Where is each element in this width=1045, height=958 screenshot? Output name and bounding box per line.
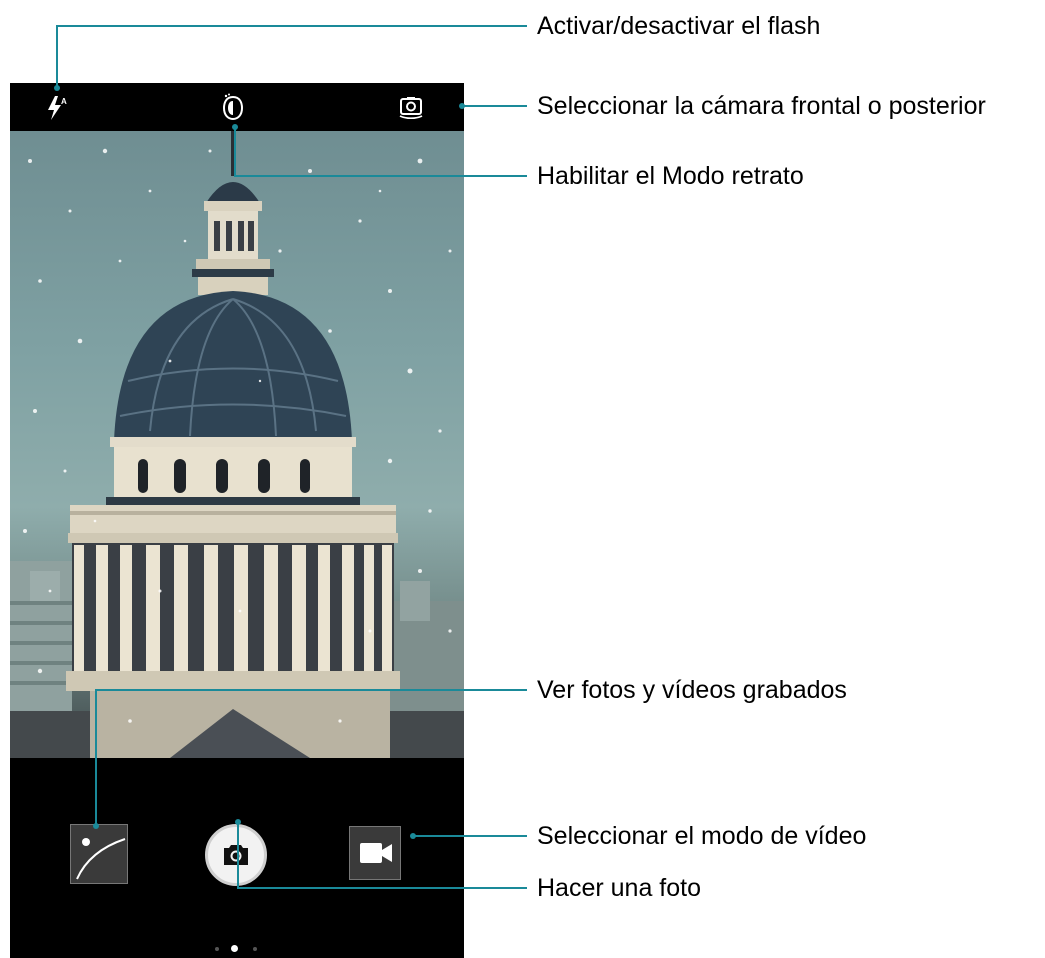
callout-switch-camera: Seleccionar la cámara frontal o posterio… xyxy=(537,92,986,120)
callout-lines xyxy=(54,25,527,889)
callout-gallery: Ver fotos y vídeos grabados xyxy=(537,676,847,704)
callout-take-photo: Hacer una foto xyxy=(537,874,701,902)
callout-flash: Activar/desactivar el flash xyxy=(537,12,821,40)
callout-portrait: Habilitar el Modo retrato xyxy=(537,162,804,190)
callout-video-mode: Seleccionar el modo de vídeo xyxy=(537,822,867,850)
